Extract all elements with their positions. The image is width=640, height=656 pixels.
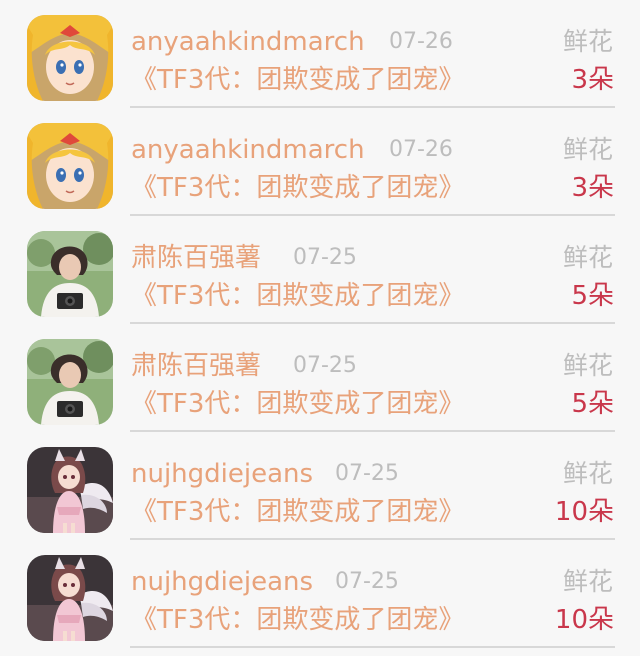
date: 07-26 <box>389 137 453 162</box>
gift-type: 鲜花 <box>562 351 613 380</box>
list-item[interactable]: nujhgdiejeans 07-25 《TF3代：团欺变成了团宠》 鲜花 10… <box>0 540 640 648</box>
gift-type: 鲜花 <box>562 27 613 56</box>
list-item[interactable]: anyaahkindmarch 07-26 《TF3代：团欺变成了团宠》 鲜花 … <box>0 108 640 216</box>
work-title[interactable]: 《TF3代：团欺变成了团宠》 <box>131 170 464 206</box>
username[interactable]: anyaahkindmarch <box>131 132 365 168</box>
list-item[interactable]: 肃陈百强薯 07-25 《TF3代：团欺变成了团宠》 鲜花 5朵 <box>0 216 640 324</box>
username[interactable]: 肃陈百强薯 <box>131 240 261 276</box>
avatar[interactable] <box>27 339 113 425</box>
anime-winged-girl-icon <box>27 555 113 641</box>
avatar[interactable] <box>27 555 113 641</box>
gift-type: 鲜花 <box>562 459 613 488</box>
gift-count: 10朵 <box>554 605 614 635</box>
avatar[interactable] <box>27 447 113 533</box>
gift-count: 3朵 <box>571 65 614 95</box>
anime-winged-girl-icon <box>27 447 113 533</box>
avatar[interactable] <box>27 123 113 209</box>
gift-count: 10朵 <box>554 497 614 527</box>
date: 07-25 <box>335 461 399 486</box>
date: 07-25 <box>293 245 357 270</box>
username[interactable]: nujhgdiejeans <box>131 564 313 600</box>
gift-count: 5朵 <box>571 389 614 419</box>
gift-type: 鲜花 <box>562 135 613 164</box>
username[interactable]: 肃陈百强薯 <box>131 348 261 384</box>
anime-blonde-girl-icon <box>27 123 113 209</box>
list-item[interactable]: anyaahkindmarch 07-26 《TF3代：团欺变成了团宠》 鲜花 … <box>0 0 640 108</box>
gift-record-list: anyaahkindmarch 07-26 《TF3代：团欺变成了团宠》 鲜花 … <box>0 0 640 656</box>
username[interactable]: nujhgdiejeans <box>131 456 313 492</box>
work-title[interactable]: 《TF3代：团欺变成了团宠》 <box>131 278 464 314</box>
date: 07-25 <box>293 353 357 378</box>
work-title[interactable]: 《TF3代：团欺变成了团宠》 <box>131 602 464 638</box>
gift-type: 鲜花 <box>562 243 613 272</box>
avatar[interactable] <box>27 231 113 317</box>
photo-woman-camera-icon <box>27 231 113 317</box>
gift-type: 鲜花 <box>562 567 613 596</box>
date: 07-26 <box>389 29 453 54</box>
work-title[interactable]: 《TF3代：团欺变成了团宠》 <box>131 494 464 530</box>
gift-count: 5朵 <box>571 281 614 311</box>
avatar[interactable] <box>27 15 113 101</box>
list-item[interactable]: 肃陈百强薯 07-25 《TF3代：团欺变成了团宠》 鲜花 5朵 <box>0 324 640 432</box>
photo-woman-camera-icon <box>27 339 113 425</box>
list-item[interactable]: nujhgdiejeans 07-25 《TF3代：团欺变成了团宠》 鲜花 10… <box>0 432 640 540</box>
gift-count: 3朵 <box>571 173 614 203</box>
work-title[interactable]: 《TF3代：团欺变成了团宠》 <box>131 386 464 422</box>
work-title[interactable]: 《TF3代：团欺变成了团宠》 <box>131 62 464 98</box>
anime-blonde-girl-icon <box>27 15 113 101</box>
username[interactable]: anyaahkindmarch <box>131 24 365 60</box>
date: 07-25 <box>335 569 399 594</box>
